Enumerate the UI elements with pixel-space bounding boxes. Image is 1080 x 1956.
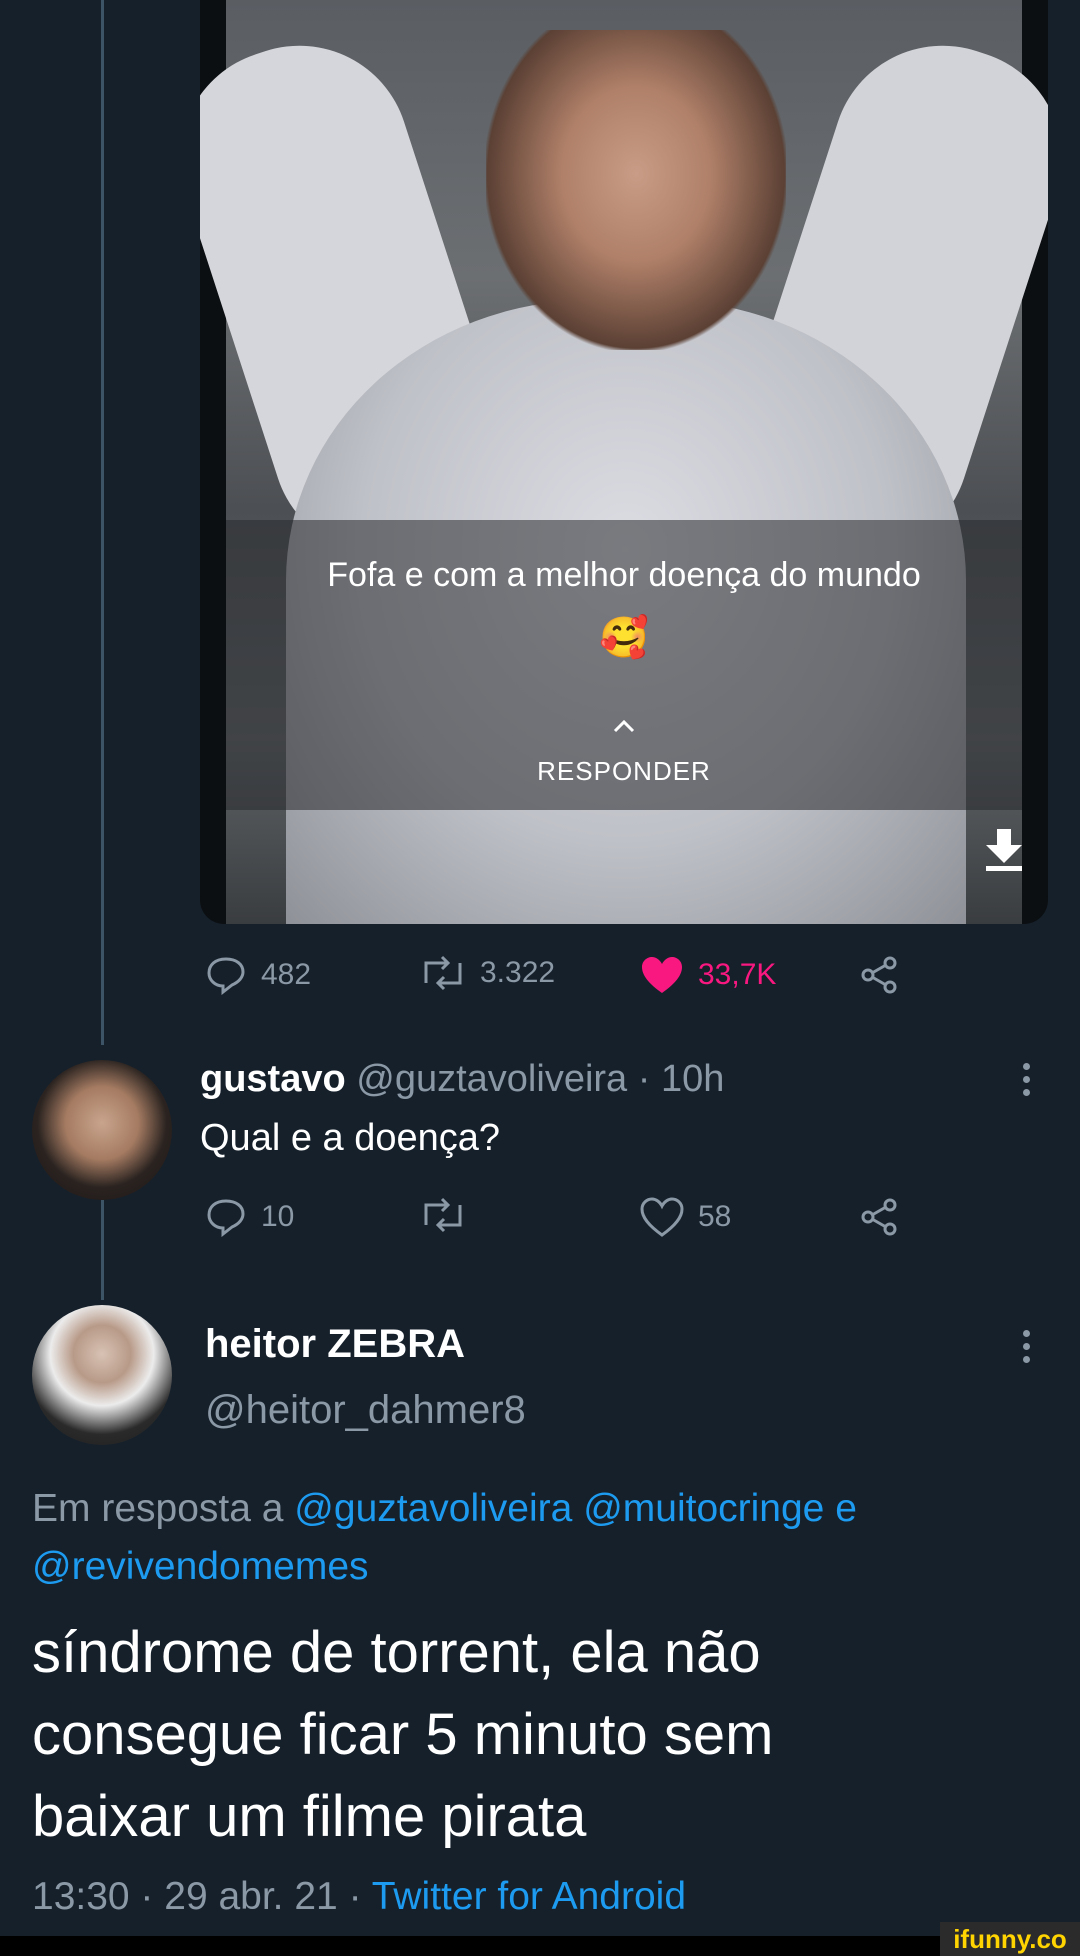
share-button[interactable] <box>860 1197 900 1237</box>
thread-line-middle <box>101 1200 104 1300</box>
reply-button[interactable]: 482 <box>205 955 311 995</box>
retweet-button[interactable] <box>420 1197 480 1233</box>
reply-1-header: gustavo @guztavoliveira · 10h <box>200 1058 724 1101</box>
more-options-icon[interactable] <box>1023 1063 1030 1096</box>
tweet-meta: 13:30 · 29 abr. 21 · Twitter for Android <box>32 1875 686 1919</box>
reply-count: 10 <box>261 1200 295 1233</box>
avatar-gustavo[interactable] <box>32 1060 172 1200</box>
download-icon[interactable] <box>982 825 1026 878</box>
heart-filled-icon <box>642 957 682 993</box>
retweet-icon <box>424 1197 462 1233</box>
reply-icon <box>207 957 245 995</box>
share-icon <box>861 956 897 994</box>
mention-link[interactable]: @muitocringe <box>583 1487 824 1530</box>
heart-icon <box>640 1197 684 1237</box>
tweet-text: síndrome de torrent, ela não consegue fi… <box>32 1612 773 1858</box>
reply-icon <box>207 1199 245 1237</box>
retweet-icon <box>424 955 462 991</box>
like-button[interactable]: 33,7K <box>640 955 776 995</box>
thread-line-top <box>101 0 104 1045</box>
retweet-count: 3.322 <box>480 956 556 989</box>
display-name[interactable]: heitor ZEBRA <box>205 1322 465 1367</box>
in-reply-prefix: Em resposta a <box>32 1487 284 1530</box>
separator: · <box>637 1058 651 1100</box>
tweet-media[interactable]: Fofa e com a melhor doença do mundo 🥰 RE… <box>200 0 1048 924</box>
tweet-time[interactable]: 10h <box>661 1058 724 1100</box>
display-name[interactable]: gustavo <box>200 1058 346 1100</box>
tweet-client-link[interactable]: Twitter for Android <box>372 1875 686 1918</box>
watermark: ifunny.co <box>940 1922 1080 1956</box>
overlay-emoji: 🥰 <box>599 616 649 660</box>
bottom-strip <box>0 1936 1080 1956</box>
tweet-text-line: consegue ficar 5 minuto sem <box>32 1702 774 1767</box>
reply-1-text: Qual e a doença? <box>200 1117 501 1159</box>
mention-link[interactable]: @guztavoliveira <box>294 1487 572 1530</box>
chevron-up-icon <box>200 718 1048 739</box>
share-icon <box>861 1198 897 1236</box>
in-reply-to: Em resposta a @guztavoliveira @muitocrin… <box>32 1480 1042 1596</box>
more-options-icon[interactable] <box>1023 1330 1030 1363</box>
avatar-heitor[interactable] <box>32 1305 172 1445</box>
handle[interactable]: @guztavoliveira <box>356 1058 627 1100</box>
like-count: 58 <box>698 1200 732 1233</box>
like-button[interactable]: 58 <box>640 1197 731 1237</box>
tweet-text-line: síndrome de torrent, ela não <box>32 1620 761 1685</box>
mention-conjunction: e <box>835 1487 857 1530</box>
reply-button[interactable]: 10 <box>205 1197 294 1237</box>
photo-shape-head <box>486 30 786 350</box>
tweet-timestamp: 13:30 · 29 abr. 21 · <box>32 1875 362 1918</box>
handle[interactable]: @heitor_dahmer8 <box>205 1388 526 1433</box>
retweet-button[interactable]: 3.322 <box>420 955 555 991</box>
overlay-caption: Fofa e com a melhor doença do mundo <box>327 556 921 594</box>
share-button[interactable] <box>860 955 900 995</box>
overlay-reply-label: RESPONDER <box>537 756 711 786</box>
reply-count: 482 <box>261 958 312 991</box>
tweet-text-line: baixar um filme pirata <box>32 1784 587 1849</box>
like-count: 33,7K <box>698 958 777 991</box>
mention-link[interactable]: @revivendomemes <box>32 1545 369 1588</box>
